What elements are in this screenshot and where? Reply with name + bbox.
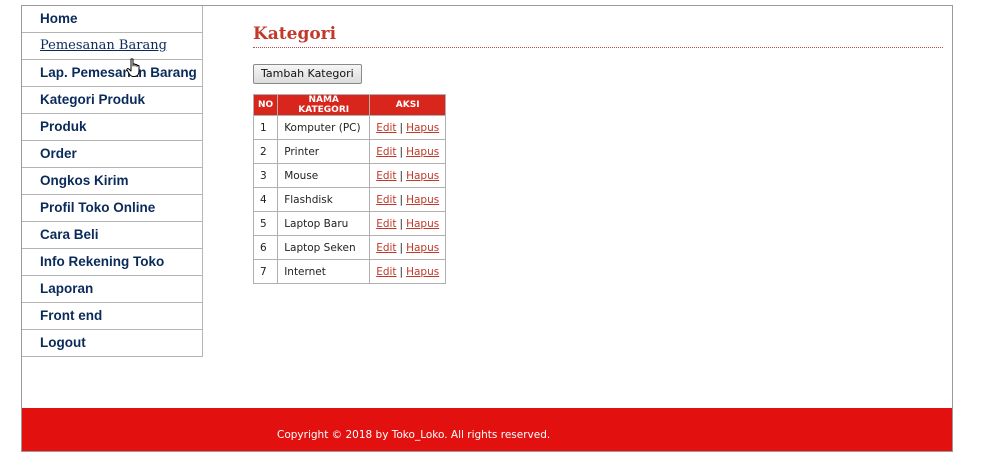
cell-no: 6 <box>252 235 279 260</box>
cell-no: 4 <box>252 187 279 212</box>
link-separator: | <box>399 265 404 278</box>
category-table: NO NAMA KATEGORI AKSI 1 Komputer (PC) Ed… <box>252 94 447 284</box>
sidebar-item-home[interactable]: Home <box>22 6 202 33</box>
hapus-link[interactable]: Hapus <box>406 266 439 278</box>
link-separator: | <box>399 169 404 182</box>
cell-no: 5 <box>252 211 279 236</box>
column-header-no: NO <box>252 94 279 116</box>
copyright-text: Copyright © 2018 by Toko_Loko. All right… <box>277 429 551 441</box>
hapus-link[interactable]: Hapus <box>406 218 439 230</box>
column-header-nama-kategori: NAMA KATEGORI <box>277 94 371 116</box>
sidebar-item-produk[interactable]: Produk <box>22 114 202 141</box>
link-separator: | <box>399 145 404 158</box>
table-header-row: NO NAMA KATEGORI AKSI <box>252 94 447 116</box>
sidebar-item-profil-toko-online[interactable]: Profil Toko Online <box>22 195 202 222</box>
column-header-aksi: AKSI <box>369 94 447 116</box>
cell-nama-kategori: Laptop Seken <box>277 235 371 260</box>
link-separator: | <box>399 217 404 230</box>
main-content: Kategori Tambah Kategori NO NAMA KATEGOR… <box>252 24 943 284</box>
cell-aksi: Edit | Hapus <box>369 235 447 260</box>
hapus-link[interactable]: Hapus <box>406 170 439 182</box>
sidebar-item-order[interactable]: Order <box>22 141 202 168</box>
add-category-button[interactable]: Tambah Kategori <box>253 64 362 84</box>
page-frame: Home Pemesanan Barang Lap. Pemesanan Bar… <box>21 5 953 452</box>
cell-aksi: Edit | Hapus <box>369 163 447 188</box>
table-row: 3 Mouse Edit | Hapus <box>252 163 447 188</box>
hapus-link[interactable]: Hapus <box>406 122 439 134</box>
link-separator: | <box>399 121 404 134</box>
hapus-link[interactable]: Hapus <box>406 194 439 206</box>
cell-nama-kategori: Komputer (PC) <box>277 115 371 140</box>
table-row: 2 Printer Edit | Hapus <box>252 139 447 164</box>
edit-link[interactable]: Edit <box>376 146 396 158</box>
sidebar-item-lap-pemesanan-barang[interactable]: Lap. Pemesanan Barang <box>22 60 202 87</box>
cell-aksi: Edit | Hapus <box>369 211 447 236</box>
cell-no: 3 <box>252 163 279 188</box>
cell-no: 2 <box>252 139 279 164</box>
table-row: 7 Internet Edit | Hapus <box>252 259 447 284</box>
edit-link[interactable]: Edit <box>376 218 396 230</box>
edit-link[interactable]: Edit <box>376 122 396 134</box>
page-title: Kategori <box>253 24 943 48</box>
cell-nama-kategori: Printer <box>277 139 371 164</box>
cell-nama-kategori: Flashdisk <box>277 187 371 212</box>
sidebar-menu: Home Pemesanan Barang Lap. Pemesanan Bar… <box>22 6 203 357</box>
sidebar-item-pemesanan-barang[interactable]: Pemesanan Barang <box>22 33 202 60</box>
cell-aksi: Edit | Hapus <box>369 115 447 140</box>
table-row: 4 Flashdisk Edit | Hapus <box>252 187 447 212</box>
cell-aksi: Edit | Hapus <box>369 259 447 284</box>
edit-link[interactable]: Edit <box>376 242 396 254</box>
sidebar-item-cara-beli[interactable]: Cara Beli <box>22 222 202 249</box>
sidebar-item-kategori-produk[interactable]: Kategori Produk <box>22 87 202 114</box>
table-row: 5 Laptop Baru Edit | Hapus <box>252 211 447 236</box>
cell-nama-kategori: Internet <box>277 259 371 284</box>
edit-link[interactable]: Edit <box>376 266 396 278</box>
sidebar-item-ongkos-kirim[interactable]: Ongkos Kirim <box>22 168 202 195</box>
hapus-link[interactable]: Hapus <box>406 242 439 254</box>
table-row: 1 Komputer (PC) Edit | Hapus <box>252 115 447 140</box>
sidebar-item-front-end[interactable]: Front end <box>22 303 202 330</box>
hapus-link[interactable]: Hapus <box>406 146 439 158</box>
edit-link[interactable]: Edit <box>376 194 396 206</box>
table-row: 6 Laptop Seken Edit | Hapus <box>252 235 447 260</box>
cell-nama-kategori: Laptop Baru <box>277 211 371 236</box>
link-separator: | <box>399 193 404 206</box>
footer-bar: Copyright © 2018 by Toko_Loko. All right… <box>22 408 952 451</box>
sidebar-item-laporan[interactable]: Laporan <box>22 276 202 303</box>
sidebar-item-logout[interactable]: Logout <box>22 330 202 357</box>
edit-link[interactable]: Edit <box>376 170 396 182</box>
link-separator: | <box>399 241 404 254</box>
sidebar-item-info-rekening-toko[interactable]: Info Rekening Toko <box>22 249 202 276</box>
cell-no: 7 <box>252 259 279 284</box>
cell-aksi: Edit | Hapus <box>369 139 447 164</box>
cell-no: 1 <box>252 115 279 140</box>
cell-nama-kategori: Mouse <box>277 163 371 188</box>
cell-aksi: Edit | Hapus <box>369 187 447 212</box>
